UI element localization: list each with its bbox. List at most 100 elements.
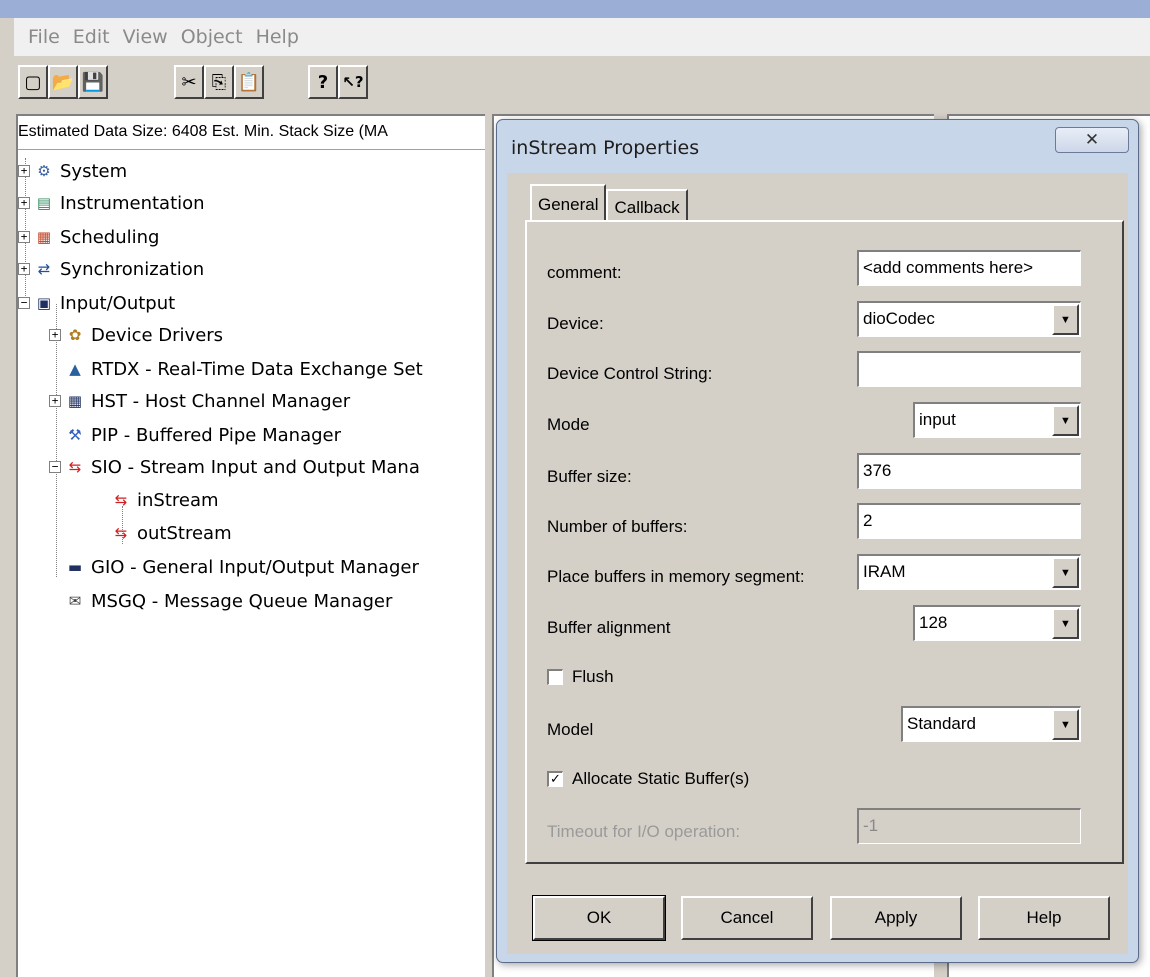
expand-icon[interactable]: + [18, 165, 30, 177]
tree-item-device-drivers[interactable]: + ✿ Device Drivers [49, 322, 223, 348]
tree-item-instrumentation[interactable]: + ▤ Instrumentation [18, 190, 205, 216]
tab-general[interactable]: General [530, 184, 607, 220]
tree-item-label: inStream [137, 489, 219, 511]
chevron-down-icon[interactable]: ▼ [1052, 608, 1079, 639]
model-label: Model [547, 720, 594, 739]
tree-item-label: System [60, 160, 128, 182]
pip-icon: ⚒ [68, 426, 82, 444]
copy-icon[interactable]: ⎘ [204, 65, 234, 99]
segment-label: Place buffers in memory segment: [547, 567, 805, 586]
toolbar: ▢ 📂 💾 ✂ ⎘ 📋 ? ↖? [14, 56, 1150, 112]
dialog-client: General Callback comment: <add comments … [507, 173, 1128, 954]
paste-icon[interactable]: 📋 [234, 65, 264, 99]
num-buffers-label: Number of buffers: [547, 517, 688, 536]
alignment-value: 128 [919, 613, 948, 632]
instrumentation-icon: ▤ [36, 194, 52, 212]
msgq-icon: ✉ [68, 592, 82, 610]
tree-item-label: HST - Host Channel Manager [91, 390, 351, 412]
gio-icon: ▬ [67, 558, 83, 576]
menu-help[interactable]: Help [256, 24, 308, 50]
segment-select[interactable]: IRAM ▼ [857, 554, 1081, 590]
tree-item-hst[interactable]: + ▦ HST - Host Channel Manager [49, 388, 350, 414]
collapse-icon[interactable]: − [49, 461, 61, 473]
tree-item-gio[interactable]: ▬ GIO - General Input/Output Manager [64, 554, 419, 580]
timeout-label: Timeout for I/O operation: [547, 822, 741, 841]
chevron-down-icon[interactable]: ▼ [1052, 304, 1079, 335]
help-button[interactable]: Help [978, 896, 1110, 940]
menu-edit[interactable]: Edit [73, 24, 119, 50]
cancel-button[interactable]: Cancel [681, 896, 813, 940]
help-icon[interactable]: ? [308, 65, 338, 99]
allocate-static-checkbox[interactable]: ✓ [547, 771, 563, 787]
apply-button[interactable]: Apply [830, 896, 962, 940]
flush-label: Flush [572, 667, 614, 686]
tree-item-label: GIO - General Input/Output Manager [91, 556, 419, 578]
chevron-down-icon[interactable]: ▼ [1052, 557, 1079, 588]
model-value: Standard [907, 714, 976, 733]
cut-icon[interactable]: ✂ [174, 65, 204, 99]
expand-icon[interactable]: + [18, 197, 30, 209]
mode-label: Mode [547, 415, 590, 434]
system-icon: ⚙ [37, 162, 51, 180]
stream-icon: ⇆ [114, 491, 128, 509]
model-select[interactable]: Standard ▼ [901, 706, 1081, 742]
new-file-icon[interactable]: ▢ [18, 65, 48, 99]
instream-properties-dialog: inStream Properties ✕ General Callback c… [496, 119, 1139, 963]
mode-select[interactable]: input ▼ [913, 402, 1081, 438]
comment-label: comment: [547, 263, 622, 282]
tree-item-input-output[interactable]: − ▣ Input/Output [18, 290, 175, 316]
device-value: dioCodec [863, 309, 935, 328]
comment-field[interactable]: <add comments here> [857, 250, 1081, 286]
tree-item-rtdx[interactable]: ▲ RTDX - Real-Time Data Exchange Set [64, 356, 422, 382]
flush-checkbox[interactable] [547, 669, 563, 685]
tree-item-label: Input/Output [60, 292, 176, 314]
tree-item-label: Device Drivers [91, 324, 224, 346]
menu-view[interactable]: View [123, 24, 177, 50]
alignment-select[interactable]: 128 ▼ [913, 605, 1081, 641]
tree-item-label: PIP - Buffered Pipe Manager [91, 424, 341, 446]
ok-button[interactable]: OK [532, 895, 666, 941]
tree-item-label: Scheduling [60, 226, 160, 248]
close-icon[interactable]: ✕ [1055, 127, 1129, 153]
tree-item-scheduling[interactable]: + ▦ Scheduling [18, 224, 159, 250]
tree-item-msgq[interactable]: ✉ MSGQ - Message Queue Manager [64, 588, 393, 614]
menu-file[interactable]: File [28, 24, 69, 50]
tree-item-label: Instrumentation [60, 192, 205, 214]
control-string-label: Device Control String: [547, 364, 713, 383]
menu-bar: File Edit View Object Help [14, 18, 1150, 56]
open-folder-icon[interactable]: 📂 [48, 65, 78, 99]
context-help-icon[interactable]: ↖? [338, 65, 368, 99]
tree-item-instream[interactable]: ⇆ inStream [110, 487, 219, 513]
expand-icon[interactable]: + [49, 329, 61, 341]
dialog-title: inStream Properties [511, 137, 700, 159]
tree-item-label: Synchronization [60, 258, 205, 280]
tree-item-label: SIO - Stream Input and Output Mana [91, 456, 420, 478]
segment-value: IRAM [863, 562, 906, 581]
tree-item-system[interactable]: + ⚙ System [18, 158, 127, 184]
menu-object[interactable]: Object [181, 24, 252, 50]
buffer-size-field[interactable]: 376 [857, 453, 1081, 489]
tree-item-pip[interactable]: ⚒ PIP - Buffered Pipe Manager [64, 422, 341, 448]
mode-value: input [919, 410, 956, 429]
tab-strip: General Callback [530, 184, 688, 220]
io-icon: ▣ [36, 294, 52, 312]
save-icon[interactable]: 💾 [78, 65, 108, 99]
timeout-field: -1 [857, 808, 1081, 844]
tab-callback[interactable]: Callback [606, 189, 688, 220]
tree-item-sio[interactable]: − ⇆ SIO - Stream Input and Output Mana [49, 454, 420, 480]
device-select[interactable]: dioCodec ▼ [857, 301, 1081, 337]
chevron-down-icon[interactable]: ▼ [1052, 405, 1079, 436]
expand-icon[interactable]: + [18, 263, 30, 275]
tree-panel: Estimated Data Size: 6408 Est. Min. Stac… [16, 114, 485, 977]
chevron-down-icon[interactable]: ▼ [1052, 709, 1079, 740]
sio-icon: ⇆ [68, 458, 82, 476]
expand-icon[interactable]: + [49, 395, 61, 407]
collapse-icon[interactable]: − [18, 297, 30, 309]
tree-item-outstream[interactable]: ⇆ outStream [110, 520, 232, 546]
control-string-field[interactable] [857, 351, 1081, 387]
num-buffers-field[interactable]: 2 [857, 503, 1081, 539]
tree-item-synchronization[interactable]: + ⇄ Synchronization [18, 256, 204, 282]
device-drivers-icon: ✿ [68, 326, 82, 344]
rtdx-icon: ▲ [69, 360, 81, 378]
expand-icon[interactable]: + [18, 231, 30, 243]
